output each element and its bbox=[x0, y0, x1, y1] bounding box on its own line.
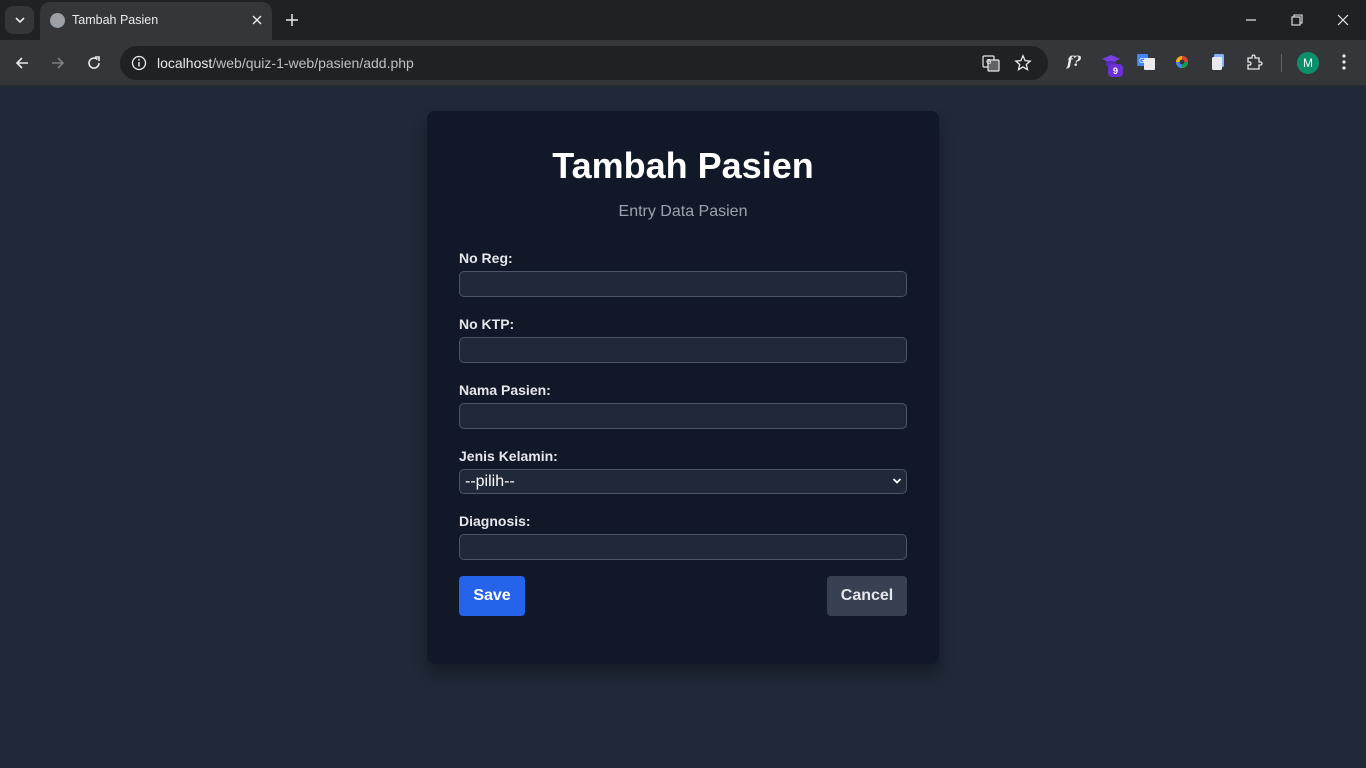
arrow-left-icon bbox=[15, 57, 28, 69]
url-text: localhost/web/quiz-1-web/pasien/add.php bbox=[157, 55, 414, 71]
plus-icon bbox=[286, 14, 298, 26]
translate-icon: G bbox=[982, 55, 1000, 72]
color-extension-button[interactable] bbox=[1171, 51, 1193, 73]
info-icon bbox=[131, 55, 147, 71]
cancel-button[interactable]: Cancel bbox=[827, 576, 907, 616]
restore-icon bbox=[1291, 14, 1303, 26]
color-wheel-icon bbox=[1176, 56, 1188, 68]
form-card: Tambah Pasien Entry Data Pasien No Reg: … bbox=[427, 111, 939, 664]
extensions-button[interactable] bbox=[1243, 51, 1265, 73]
docs-extension-button[interactable] bbox=[1207, 51, 1229, 73]
url-path: /web/quiz-1-web/pasien/add.php bbox=[212, 55, 414, 71]
no-ktp-label: No KTP: bbox=[459, 316, 515, 332]
profile-avatar[interactable]: M bbox=[1297, 52, 1319, 74]
reload-icon bbox=[88, 56, 100, 69]
no-reg-label: No Reg: bbox=[459, 250, 513, 266]
back-button[interactable] bbox=[8, 49, 36, 77]
toolbar-divider bbox=[1281, 54, 1282, 72]
no-ktp-input[interactable] bbox=[459, 337, 907, 363]
bookmark-button[interactable] bbox=[1011, 51, 1035, 75]
jenis-kelamin-label: Jenis Kelamin: bbox=[459, 448, 558, 464]
nama-pasien-label: Nama Pasien: bbox=[459, 382, 551, 398]
translate-button[interactable]: G bbox=[979, 51, 1003, 75]
tab-title: Tambah Pasien bbox=[72, 13, 159, 27]
more-vertical-icon bbox=[1342, 54, 1346, 70]
extension-badge: 9 bbox=[1108, 64, 1123, 77]
arrow-right-icon bbox=[52, 57, 65, 69]
url-host: localhost bbox=[157, 55, 213, 71]
diagnosis-input[interactable] bbox=[459, 534, 907, 560]
puzzle-icon bbox=[1247, 54, 1263, 70]
tab-close-button[interactable] bbox=[248, 11, 266, 29]
jenis-kelamin-selected-value: --pilih-- bbox=[465, 473, 515, 490]
chevron-down-icon bbox=[891, 475, 903, 487]
page-title: Tambah Pasien bbox=[552, 145, 814, 186]
page-viewport: Tambah Pasien Entry Data Pasien No Reg: … bbox=[0, 87, 1366, 768]
minimize-button[interactable] bbox=[1231, 6, 1271, 34]
minimize-icon bbox=[1246, 19, 1256, 21]
nama-pasien-input[interactable] bbox=[459, 403, 907, 429]
diagnosis-label: Diagnosis: bbox=[459, 513, 531, 529]
site-info-button[interactable] bbox=[127, 51, 151, 75]
svg-text:G: G bbox=[986, 58, 991, 66]
translate-extension-button[interactable]: G bbox=[1135, 51, 1157, 73]
tab-strip: Tambah Pasien bbox=[0, 0, 1366, 40]
tab-search-button[interactable] bbox=[5, 6, 34, 34]
restore-button[interactable] bbox=[1277, 6, 1317, 34]
save-button[interactable]: Save bbox=[459, 576, 525, 616]
formula-extension-button[interactable]: f? bbox=[1063, 51, 1085, 73]
new-tab-button[interactable] bbox=[281, 9, 303, 31]
browser-toolbar: localhost/web/quiz-1-web/pasien/add.php … bbox=[0, 40, 1366, 86]
active-tab[interactable]: Tambah Pasien bbox=[40, 2, 272, 40]
close-icon bbox=[252, 15, 262, 25]
jenis-kelamin-select[interactable]: --pilih-- bbox=[459, 469, 907, 494]
no-reg-input[interactable] bbox=[459, 271, 907, 297]
address-bar[interactable]: localhost/web/quiz-1-web/pasien/add.php … bbox=[120, 46, 1048, 80]
globe-icon bbox=[50, 13, 65, 28]
function-icon: f? bbox=[1066, 54, 1082, 70]
reload-button[interactable] bbox=[80, 49, 108, 77]
forward-button[interactable] bbox=[44, 49, 72, 77]
browser-menu-button[interactable] bbox=[1333, 51, 1355, 73]
close-icon bbox=[1337, 14, 1349, 26]
star-icon bbox=[1014, 54, 1032, 71]
google-translate-icon: G bbox=[1137, 54, 1155, 70]
document-icon bbox=[1212, 54, 1224, 70]
close-window-button[interactable] bbox=[1323, 6, 1363, 34]
chevron-down-icon bbox=[14, 17, 25, 24]
svg-text:G: G bbox=[1139, 57, 1144, 65]
page-subtitle: Entry Data Pasien bbox=[618, 203, 748, 220]
